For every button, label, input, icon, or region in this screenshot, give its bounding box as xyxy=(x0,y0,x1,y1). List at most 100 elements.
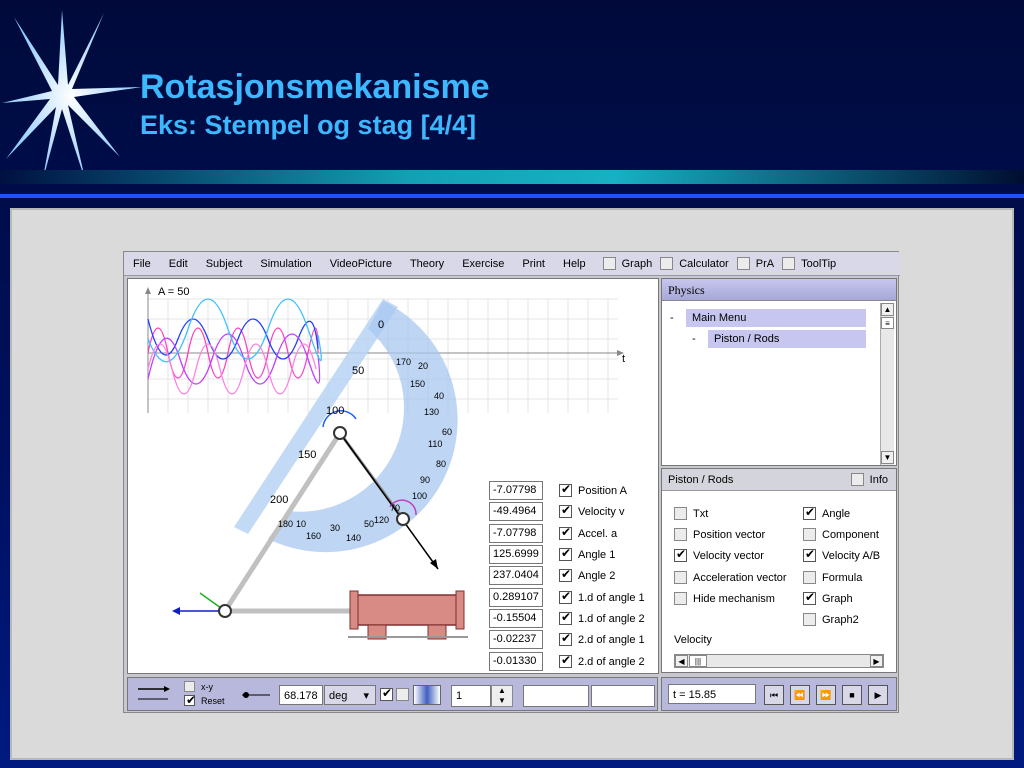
toggle-graph[interactable]: Graph xyxy=(602,257,652,270)
scroll-thumb[interactable]: ||| xyxy=(689,655,707,667)
menu-exercise[interactable]: Exercise xyxy=(453,252,513,276)
info-toggle[interactable]: Info xyxy=(850,473,888,486)
option-position-vector[interactable]: Position vector xyxy=(674,528,765,541)
checkbox[interactable] xyxy=(674,571,687,584)
option-velocity-ab[interactable]: Velocity A/B xyxy=(803,547,880,562)
checkbox[interactable] xyxy=(559,546,572,561)
option-velocity-vector[interactable]: Velocity vector xyxy=(674,547,764,562)
angle-input[interactable]: 68.178 xyxy=(279,685,323,705)
menu-file[interactable]: File xyxy=(124,252,160,276)
menu-print[interactable]: Print xyxy=(513,252,554,276)
toggle-pra[interactable]: PrA xyxy=(736,257,774,270)
option-graph[interactable]: Graph xyxy=(803,590,853,605)
checkbox[interactable] xyxy=(803,528,816,541)
blank-field-1[interactable] xyxy=(523,685,589,707)
option-hide-mechanism[interactable]: Hide mechanism xyxy=(674,592,775,605)
tree-scrollbar[interactable]: ▲ ≡ ▼ xyxy=(880,303,894,465)
tree-toggle[interactable]: - xyxy=(670,312,686,324)
check-1d-angle-2[interactable]: 1.d of angle 2 xyxy=(559,610,645,625)
unit-select[interactable]: deg ▾ xyxy=(324,685,376,705)
checkbox[interactable] xyxy=(660,257,674,270)
tree-item-piston-rods[interactable]: - Piston / Rods xyxy=(692,330,866,348)
check-1d-angle-1[interactable]: 1.d of angle 1 xyxy=(559,589,645,604)
step-spinner[interactable]: ▲ ▼ xyxy=(491,685,513,707)
spinner-up-icon[interactable]: ▲ xyxy=(498,686,506,695)
check-2d-angle-1[interactable]: 2.d of angle 1 xyxy=(559,631,645,646)
checkbox[interactable] xyxy=(803,590,816,605)
xy-toggle[interactable]: x-y xyxy=(184,681,213,692)
reset-toggle[interactable]: Reset xyxy=(184,693,225,707)
option-component[interactable]: Component xyxy=(803,528,879,541)
checkbox[interactable] xyxy=(559,631,572,646)
checkbox[interactable] xyxy=(674,528,687,541)
check-position-a[interactable]: Position A xyxy=(559,482,627,497)
option-graph2[interactable]: Graph2 xyxy=(803,613,859,626)
tree-item-main-menu[interactable]: - Main Menu xyxy=(670,309,866,327)
checkbox[interactable] xyxy=(602,257,616,270)
joint-top[interactable] xyxy=(333,426,347,440)
slider-icon[interactable] xyxy=(240,688,274,702)
menu-edit[interactable]: Edit xyxy=(160,252,197,276)
checkbox[interactable] xyxy=(850,473,864,486)
checkbox[interactable] xyxy=(559,503,572,518)
checkbox[interactable] xyxy=(803,571,816,584)
checkbox[interactable] xyxy=(559,567,572,582)
simulation-canvas[interactable]: A = 50 t 0 50 100 150 200 170 20 150 40 … xyxy=(127,278,659,674)
skip-back-icon[interactable]: ⏮ xyxy=(764,685,784,705)
tree-toggle[interactable]: - xyxy=(692,333,708,345)
check-angle-2[interactable]: Angle 2 xyxy=(559,567,615,582)
checkbox[interactable] xyxy=(559,589,572,604)
checkbox[interactable] xyxy=(736,257,750,270)
checkbox[interactable] xyxy=(559,525,572,540)
menu-videopicture[interactable]: VideoPicture xyxy=(321,252,401,276)
menu-simulation[interactable]: Simulation xyxy=(251,252,320,276)
arrow-style-icon[interactable] xyxy=(136,684,172,704)
checkbox[interactable] xyxy=(184,693,196,707)
blank-field-2[interactable] xyxy=(591,685,655,707)
toggle-tooltip[interactable]: ToolTip xyxy=(782,257,836,270)
checkbox[interactable] xyxy=(559,653,572,668)
check-accel-a[interactable]: Accel. a xyxy=(559,525,617,540)
checkbox[interactable] xyxy=(674,592,687,605)
scroll-up-icon[interactable]: ▲ xyxy=(881,303,894,316)
play-icon[interactable]: ▶ xyxy=(868,685,888,705)
check-2d-angle-2[interactable]: 2.d of angle 2 xyxy=(559,653,645,668)
checkbox[interactable] xyxy=(674,547,687,562)
fast-forward-icon[interactable]: ⏩ xyxy=(816,685,836,705)
stop-icon[interactable]: ■ xyxy=(842,685,862,705)
menu-help[interactable]: Help xyxy=(554,252,595,276)
protractor-inner-tick: 80 xyxy=(436,459,447,469)
checkbox[interactable] xyxy=(380,686,393,701)
scroll-left-icon[interactable]: ◀ xyxy=(675,655,688,667)
spinner-down-icon[interactable]: ▼ xyxy=(498,696,506,705)
check-velocity-v[interactable]: Velocity v xyxy=(559,503,624,518)
piston-cylinder[interactable] xyxy=(349,590,465,640)
checkbox[interactable] xyxy=(803,613,816,626)
checkbox[interactable] xyxy=(674,507,687,520)
option-formula[interactable]: Formula xyxy=(803,571,862,584)
checkbox[interactable] xyxy=(559,482,572,497)
joint-crank[interactable] xyxy=(396,512,410,526)
scroll-right-icon[interactable]: ▶ xyxy=(870,655,883,667)
amplitude-label: A = 50 xyxy=(158,286,190,298)
toggle-calculator[interactable]: Calculator xyxy=(660,257,729,270)
option-angle[interactable]: Angle xyxy=(803,505,850,520)
checkbox[interactable] xyxy=(396,688,409,701)
step-input[interactable]: 1 xyxy=(451,685,491,707)
checkbox[interactable] xyxy=(184,681,195,692)
scroll-down-icon[interactable]: ▼ xyxy=(881,451,894,464)
color-swatch[interactable] xyxy=(413,685,441,705)
joint-base[interactable] xyxy=(218,604,232,618)
checkbox[interactable] xyxy=(782,257,796,270)
scroll-thumb[interactable]: ≡ xyxy=(881,317,894,329)
option-acceleration-vector[interactable]: Acceleration vector xyxy=(674,571,787,584)
velocity-scrollbar[interactable]: ◀ ||| ▶ xyxy=(674,654,884,668)
check-angle-1[interactable]: Angle 1 xyxy=(559,546,615,561)
menu-subject[interactable]: Subject xyxy=(197,252,252,276)
option-txt[interactable]: Txt xyxy=(674,507,708,520)
checkbox[interactable] xyxy=(559,610,572,625)
rewind-icon[interactable]: ⏪ xyxy=(790,685,810,705)
checkbox[interactable] xyxy=(803,505,816,520)
menu-theory[interactable]: Theory xyxy=(401,252,453,276)
checkbox[interactable] xyxy=(803,547,816,562)
